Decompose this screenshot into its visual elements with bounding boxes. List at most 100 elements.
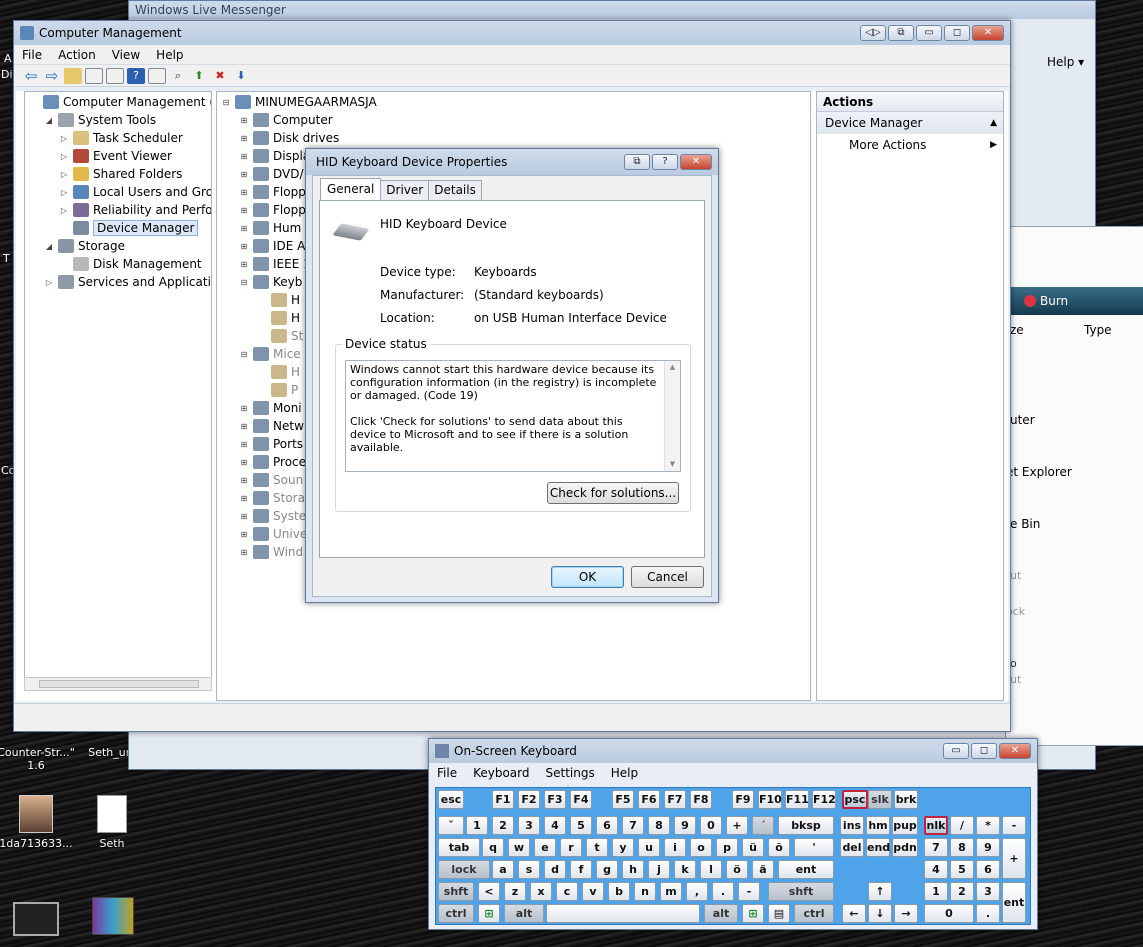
key[interactable]: . xyxy=(976,904,1000,923)
console-tree-item[interactable]: ◢ System Tools xyxy=(44,111,156,129)
key[interactable]: pup xyxy=(892,816,918,835)
key[interactable]: brk xyxy=(894,790,918,809)
key[interactable]: del xyxy=(840,838,864,857)
expand-icon[interactable]: ⊞ xyxy=(239,404,249,413)
key[interactable]: lock xyxy=(438,860,490,879)
key[interactable]: e xyxy=(534,838,556,857)
expand-icon[interactable]: ▷ xyxy=(59,188,69,197)
key[interactable]: g xyxy=(596,860,618,879)
key[interactable]: F1 xyxy=(492,790,514,809)
help-icon[interactable]: ? xyxy=(127,67,145,84)
menu-file[interactable]: File xyxy=(14,48,50,62)
key[interactable]: ← xyxy=(842,904,866,923)
key[interactable]: F7 xyxy=(664,790,686,809)
key[interactable]: x xyxy=(530,882,552,901)
list-item[interactable]: ut xyxy=(1010,673,1021,686)
list-item[interactable]: e Bin xyxy=(1010,517,1040,531)
forward-icon[interactable]: ⇨ xyxy=(43,68,61,84)
expand-icon[interactable]: ⊞ xyxy=(239,512,249,521)
console-tree-item[interactable]: ▷ Local Users and Groups xyxy=(59,183,211,201)
device-category[interactable]: ⊞ IDE A xyxy=(239,237,305,255)
maximize-button[interactable]: ◻ xyxy=(944,25,970,41)
desktop-icon-seth[interactable]: Seth xyxy=(72,795,152,850)
device-category[interactable]: ⊞ Syste xyxy=(239,507,306,525)
key[interactable]: ▤ xyxy=(768,904,790,923)
on-screen-keyboard-window[interactable]: On-Screen Keyboard ▭ ◻ ✕ File Keyboard S… xyxy=(428,738,1038,930)
up-folder-icon[interactable] xyxy=(64,67,82,84)
key[interactable]: ↓ xyxy=(868,904,892,923)
key[interactable]: ⊞ xyxy=(742,904,764,923)
key[interactable]: < xyxy=(478,882,500,901)
menu-keyboard[interactable]: Keyboard xyxy=(465,766,537,780)
key[interactable]: - xyxy=(1002,816,1026,835)
key[interactable]: ü xyxy=(742,838,764,857)
menu-help[interactable]: Help xyxy=(603,766,646,780)
device-category[interactable]: ⊞ Stora xyxy=(239,489,305,507)
menu-help[interactable]: Help xyxy=(148,48,191,62)
expand-icon[interactable]: ⊞ xyxy=(239,458,249,467)
scrollbar-thumb[interactable] xyxy=(39,680,199,688)
key[interactable]: . xyxy=(712,882,734,901)
key[interactable]: 2 xyxy=(950,882,974,901)
key[interactable]: 5 xyxy=(570,816,592,835)
device-category[interactable]: P xyxy=(257,381,298,399)
key[interactable]: i xyxy=(664,838,686,857)
device-category[interactable]: ⊞ Unive xyxy=(239,525,307,543)
key[interactable]: shft xyxy=(438,882,474,901)
expand-icon[interactable]: ⊞ xyxy=(239,530,249,539)
key[interactable]: õ xyxy=(768,838,790,857)
extra-button[interactable]: ⧉ xyxy=(888,25,914,41)
expand-icon[interactable]: ◢ xyxy=(44,242,54,251)
explorer-window[interactable]: Burn ze Type uter et Explorer e Bin ut o… xyxy=(1005,226,1143,746)
monitor-icon[interactable] xyxy=(13,902,59,936)
dialog-titlebar[interactable]: HID Keyboard Device Properties ⧉ ? ✕ xyxy=(306,149,718,175)
key[interactable]: l xyxy=(700,860,722,879)
expand-icon[interactable]: ⊞ xyxy=(239,422,249,431)
switch-window-button[interactable]: ◁▷ xyxy=(860,25,886,41)
scroll-up-icon[interactable]: ▲ xyxy=(665,361,680,374)
key[interactable]: h xyxy=(622,860,644,879)
status-scrollbar[interactable]: ▲ ▼ xyxy=(664,361,680,471)
key[interactable]: z xyxy=(504,882,526,901)
key[interactable]: end xyxy=(866,838,890,857)
collapse-up-icon[interactable]: ▲ xyxy=(990,112,997,134)
key[interactable]: m xyxy=(660,882,682,901)
update-driver-icon[interactable]: ⬆ xyxy=(190,68,208,84)
device-category[interactable]: ⊞ Wind xyxy=(239,543,303,561)
console-tree-item[interactable]: ◢ Storage xyxy=(44,237,125,255)
expand-icon[interactable]: ⊞ xyxy=(239,116,249,125)
osk-titlebar[interactable]: On-Screen Keyboard ▭ ◻ ✕ xyxy=(429,739,1037,763)
key[interactable]: 4 xyxy=(544,816,566,835)
key[interactable]: ctrl xyxy=(794,904,834,923)
key[interactable]: F5 xyxy=(612,790,634,809)
expand-icon[interactable]: ⊞ xyxy=(239,548,249,557)
expand-icon[interactable]: ▷ xyxy=(59,206,69,215)
key[interactable]: w xyxy=(508,838,530,857)
key[interactable]: + xyxy=(1002,838,1026,879)
key[interactable]: 6 xyxy=(596,816,618,835)
key[interactable]: t xyxy=(586,838,608,857)
key[interactable]: s xyxy=(518,860,540,879)
horizontal-scrollbar[interactable] xyxy=(24,677,212,691)
device-category[interactable]: St xyxy=(257,327,303,345)
console-tree-item[interactable]: ▷ Services and Applications xyxy=(44,273,211,291)
burn-button[interactable]: Burn xyxy=(1024,294,1068,308)
device-category[interactable]: ⊞ Hum xyxy=(239,219,301,237)
key[interactable]: 8 xyxy=(950,838,974,857)
key[interactable]: 4 xyxy=(924,860,948,879)
expand-icon[interactable]: ⊟ xyxy=(239,278,249,287)
expand-icon[interactable]: ⊞ xyxy=(239,170,249,179)
key[interactable]: F8 xyxy=(690,790,712,809)
device-category[interactable]: ⊞ Proce xyxy=(239,453,306,471)
expand-icon[interactable]: ⊞ xyxy=(239,188,249,197)
close-button[interactable]: ✕ xyxy=(680,154,712,170)
key[interactable]: shft xyxy=(768,882,834,901)
device-category[interactable]: ⊞ Displa xyxy=(239,147,310,165)
key[interactable]: F9 xyxy=(732,790,754,809)
key[interactable]: 0 xyxy=(924,904,974,923)
key[interactable]: 9 xyxy=(674,816,696,835)
cancel-button[interactable]: Cancel xyxy=(631,566,704,588)
device-category[interactable]: ⊟ Mice xyxy=(239,345,301,363)
column-header-size[interactable]: ze xyxy=(1010,323,1024,337)
key[interactable]: ctrl xyxy=(438,904,474,923)
